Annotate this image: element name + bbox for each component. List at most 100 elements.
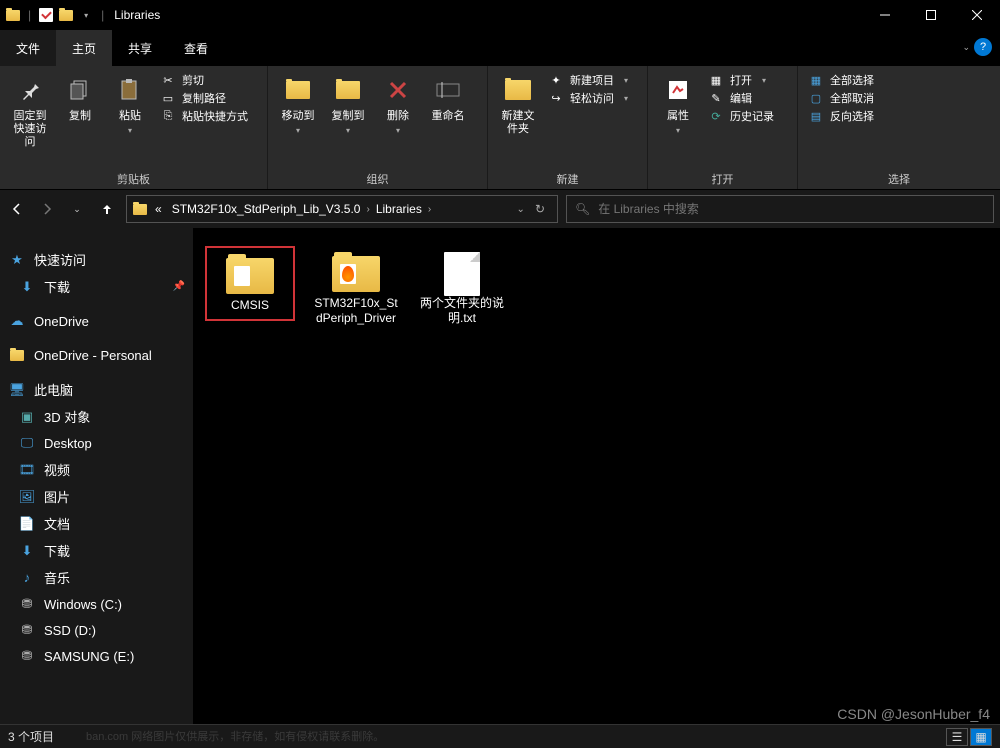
- sidebar-drive-d[interactable]: ⛃SSD (D:): [0, 617, 193, 643]
- sidebar-this-pc[interactable]: 🖥此电脑: [0, 376, 193, 403]
- rename-button[interactable]: 重命名: [424, 70, 472, 123]
- chevron-right-icon[interactable]: ›: [366, 204, 369, 215]
- sidebar-onedrive-personal[interactable]: OneDrive - Personal: [0, 342, 193, 368]
- qat-dropdown-icon[interactable]: ▾: [77, 6, 95, 24]
- sidebar-pictures[interactable]: 🖼图片: [0, 483, 193, 510]
- folder-icon: [226, 254, 274, 294]
- group-open-label: 打开: [654, 169, 791, 187]
- icons-view-button[interactable]: ▦: [970, 728, 992, 746]
- history-icon: ⟳: [708, 108, 724, 124]
- back-button[interactable]: [6, 198, 28, 220]
- search-box[interactable]: 🔍︎: [566, 195, 994, 223]
- open-button[interactable]: ▦打开▾: [708, 72, 774, 88]
- nav-bar: ⌄ « STM32F10x_StdPeriph_Lib_V3.5.0 › Lib…: [0, 190, 1000, 228]
- new-folder-button[interactable]: 新建文件夹: [494, 70, 542, 136]
- tab-home[interactable]: 主页: [56, 30, 112, 66]
- copy-path-button[interactable]: ▭复制路径: [160, 90, 248, 106]
- ribbon: 固定到快速访问 复制 粘贴 ▾ ✂剪切 ▭复制路径 ⎘粘贴快捷方式 剪贴板 移动: [0, 66, 1000, 190]
- status-count: 3 个项目: [8, 728, 54, 745]
- sidebar-drive-c[interactable]: ⛃Windows (C:): [0, 591, 193, 617]
- properties-button[interactable]: 属性▾: [654, 70, 702, 135]
- file-item-cmsis[interactable]: CMSIS: [205, 246, 295, 321]
- cloud-icon: ☁: [8, 312, 26, 330]
- file-label: CMSIS: [231, 298, 269, 313]
- select-none-icon: ▢: [808, 90, 824, 106]
- address-bar[interactable]: « STM32F10x_StdPeriph_Lib_V3.5.0 › Libra…: [126, 195, 558, 223]
- picture-icon: 🖼: [18, 488, 36, 506]
- details-view-button[interactable]: ☰: [946, 728, 968, 746]
- help-button[interactable]: ?: [974, 38, 992, 56]
- drive-icon: ⛃: [18, 647, 36, 665]
- invert-selection-button[interactable]: ▤反向选择: [808, 108, 874, 124]
- cut-button[interactable]: ✂剪切: [160, 72, 248, 88]
- breadcrumb-item[interactable]: STM32F10x_StdPeriph_Lib_V3.5.0: [168, 200, 365, 218]
- history-button[interactable]: ⟳历史记录: [708, 108, 774, 124]
- properties-icon: [662, 74, 694, 106]
- file-label: 两个文件夹的说明.txt: [417, 296, 507, 326]
- tab-file[interactable]: 文件: [0, 30, 56, 66]
- breadcrumb-prefix[interactable]: «: [151, 200, 166, 218]
- pin-quickaccess-button[interactable]: 固定到快速访问: [6, 70, 54, 149]
- move-to-button[interactable]: 移动到▾: [274, 70, 322, 135]
- sidebar-music[interactable]: ♪音乐: [0, 564, 193, 591]
- tab-share[interactable]: 共享: [112, 30, 168, 66]
- maximize-button[interactable]: [908, 0, 954, 30]
- rename-icon: [432, 74, 464, 106]
- easy-access-button[interactable]: ↪轻松访问▾: [548, 90, 628, 106]
- paste-shortcut-button[interactable]: ⎘粘贴快捷方式: [160, 108, 248, 124]
- open-icon: ▦: [708, 72, 724, 88]
- close-button[interactable]: [954, 0, 1000, 30]
- new-item-button[interactable]: ✦新建项目▾: [548, 72, 628, 88]
- pin-icon: 📌: [173, 281, 185, 292]
- file-item-readme[interactable]: 两个文件夹的说明.txt: [417, 246, 507, 332]
- search-input[interactable]: [598, 202, 985, 216]
- sidebar-onedrive[interactable]: ☁OneDrive: [0, 308, 193, 334]
- folder-icon: [131, 200, 149, 218]
- breadcrumb-item[interactable]: Libraries: [372, 200, 426, 218]
- document-icon: 📄: [18, 515, 36, 533]
- check-icon[interactable]: [37, 6, 55, 24]
- sidebar-drive-e[interactable]: ⛃SAMSUNG (E:): [0, 643, 193, 669]
- select-all-button[interactable]: ▦全部选择: [808, 72, 874, 88]
- folder-icon[interactable]: [57, 6, 75, 24]
- chevron-down-icon[interactable]: ⌄: [962, 42, 970, 53]
- sidebar-videos[interactable]: 🎞视频: [0, 456, 193, 483]
- sidebar-documents[interactable]: 📄文档: [0, 510, 193, 537]
- search-icon: 🔍︎: [575, 202, 590, 216]
- scissors-icon: ✂: [160, 72, 176, 88]
- up-button[interactable]: [96, 198, 118, 220]
- select-none-button[interactable]: ▢全部取消: [808, 90, 874, 106]
- drive-icon: ⛃: [18, 595, 36, 613]
- chevron-down-icon[interactable]: ⌄: [517, 204, 525, 215]
- sidebar-quick-access[interactable]: ★快速访问: [0, 246, 193, 273]
- file-label: STM32F10x_StdPeriph_Driver: [311, 296, 401, 326]
- sidebar-downloads2[interactable]: ⬇下载: [0, 537, 193, 564]
- delete-button[interactable]: 删除▾: [374, 70, 422, 135]
- refresh-icon[interactable]: ↻: [535, 202, 545, 216]
- new-item-icon: ✦: [548, 72, 564, 88]
- sidebar: ★快速访问 ⬇下载📌 ☁OneDrive OneDrive - Personal…: [0, 228, 193, 724]
- files-area[interactable]: CMSIS STM32F10x_StdPeriph_Driver 两个文件夹的说…: [193, 228, 1000, 724]
- chevron-right-icon[interactable]: ›: [428, 204, 431, 215]
- watermark: CSDN @JesonHuber_f4: [837, 706, 990, 722]
- recent-locations-button[interactable]: ⌄: [66, 198, 88, 220]
- minimize-button[interactable]: [862, 0, 908, 30]
- window-title: Libraries: [110, 8, 160, 22]
- music-icon: ♪: [18, 569, 36, 587]
- paste-button[interactable]: 粘贴 ▾: [106, 70, 154, 135]
- copy-to-button[interactable]: 复制到▾: [324, 70, 372, 135]
- tab-view[interactable]: 查看: [168, 30, 224, 66]
- download-icon: ⬇: [18, 542, 36, 560]
- sidebar-desktop[interactable]: 🖵Desktop: [0, 430, 193, 456]
- file-item-stdperiph[interactable]: STM32F10x_StdPeriph_Driver: [311, 246, 401, 332]
- edit-button[interactable]: ✎编辑: [708, 90, 774, 106]
- invert-icon: ▤: [808, 108, 824, 124]
- select-all-icon: ▦: [808, 72, 824, 88]
- shortcut-icon: ⎘: [160, 108, 176, 124]
- sidebar-downloads[interactable]: ⬇下载📌: [0, 273, 193, 300]
- star-icon: ★: [8, 251, 26, 269]
- sidebar-3d-objects[interactable]: ▣3D 对象: [0, 403, 193, 430]
- copy-button[interactable]: 复制: [56, 70, 104, 123]
- download-icon: ⬇: [18, 278, 36, 296]
- forward-button[interactable]: [36, 198, 58, 220]
